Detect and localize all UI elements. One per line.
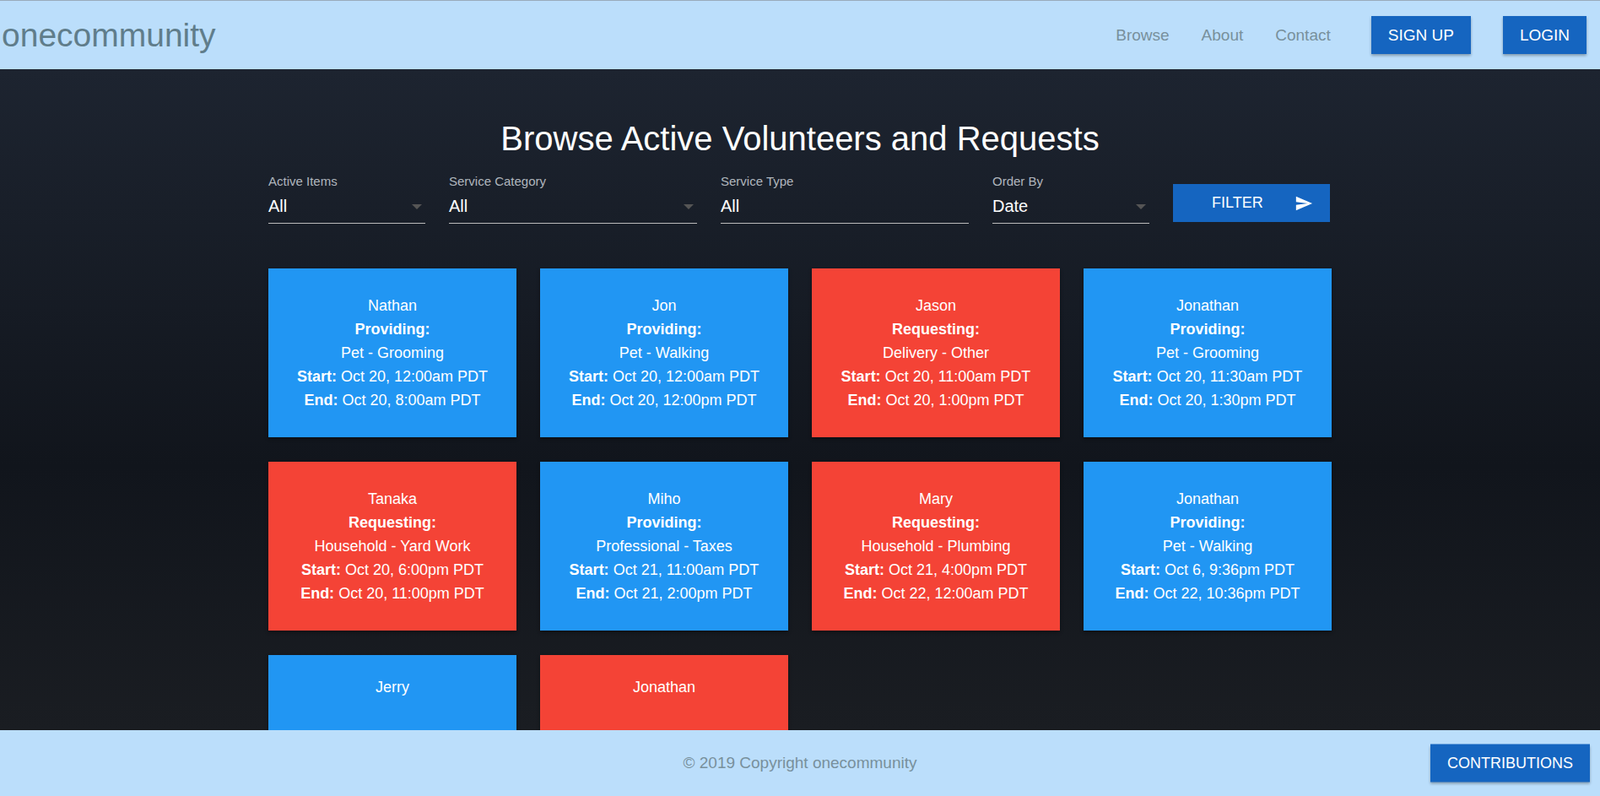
card-start: Start: Oct 20, 11:00am PDT bbox=[818, 364, 1054, 389]
nav-link[interactable]: About bbox=[1201, 26, 1244, 45]
card-mode: Requesting: bbox=[818, 510, 1054, 535]
card-end: End: Oct 20, 1:30pm PDT bbox=[1090, 388, 1325, 412]
service-card[interactable]: Jerry bbox=[268, 654, 517, 730]
card-service: Household - Plumbing bbox=[818, 534, 1054, 558]
page-title: Browse Active Volunteers and Requests bbox=[500, 118, 1099, 159]
card-service: Pet - Grooming bbox=[1090, 340, 1325, 365]
header-button[interactable]: SIGN UP bbox=[1371, 16, 1471, 55]
nav-link[interactable]: Contact bbox=[1275, 26, 1330, 45]
header: onecommunity Browse About Contact SIGN UP L… bbox=[0, 0, 1600, 70]
card-name: Jerry bbox=[275, 675, 510, 699]
card-name: Jonathan bbox=[1090, 486, 1325, 511]
card-start: Start: Oct 20, 6:00pm PDT bbox=[275, 557, 510, 582]
filter-button[interactable]: FILTER bbox=[1172, 183, 1330, 222]
field-label: Active Items bbox=[268, 173, 426, 189]
app: onecommunity Browse About Contact SIGN UP L… bbox=[0, 0, 1600, 796]
card-name: Miho bbox=[546, 486, 782, 511]
service-card[interactable]: Jason Requesting: Delivery - Other Start… bbox=[811, 268, 1060, 438]
card-end: End: Oct 20, 11:00pm PDT bbox=[275, 581, 510, 606]
card-mode: Requesting: bbox=[818, 317, 1054, 341]
field-label: Service Category bbox=[448, 173, 698, 189]
send-icon bbox=[1294, 194, 1314, 213]
card-end: End: Oct 20, 8:00am PDT bbox=[275, 388, 510, 412]
dropdown-icon[interactable] bbox=[411, 204, 422, 210]
card-start: Start: Oct 6, 9:36pm PDT bbox=[1090, 557, 1325, 582]
card-end: End: Oct 22, 12:00am PDT bbox=[818, 581, 1054, 606]
service-card[interactable]: Mary Requesting: Household - Plumbing St… bbox=[811, 461, 1060, 631]
card-service: Pet - Walking bbox=[546, 340, 782, 365]
service-card[interactable]: Nathan Providing: Pet - Grooming Start: … bbox=[268, 268, 517, 438]
card-name: Mary bbox=[818, 486, 1054, 511]
card-end: End: Oct 22, 10:36pm PDT bbox=[1090, 581, 1325, 606]
filter-bar: Active Items All Service Category All Se… bbox=[268, 173, 1332, 224]
card-service: Household - Yard Work bbox=[275, 534, 510, 558]
card-mode: Requesting: bbox=[275, 510, 510, 535]
service-card[interactable]: Jonathan Providing: Pet - Grooming Start… bbox=[1083, 268, 1332, 438]
card-name: Jonathan bbox=[546, 675, 782, 699]
service-card[interactable]: Miho Providing: Professional - Taxes Sta… bbox=[540, 461, 789, 631]
card-name: Tanaka bbox=[275, 486, 510, 511]
contributions-button[interactable]: CONTRIBUTIONS bbox=[1430, 744, 1590, 783]
card-end: End: Oct 20, 1:00pm PDT bbox=[818, 388, 1054, 412]
field-label: Order By bbox=[992, 173, 1150, 189]
card-start: Start: Oct 21, 4:00pm PDT bbox=[818, 557, 1054, 582]
logo[interactable]: onecommunity bbox=[0, 16, 217, 55]
service-card[interactable]: Jon Providing: Pet - Walking Start: Oct … bbox=[540, 268, 789, 438]
card-mode: Providing: bbox=[546, 317, 782, 341]
card-start: Start: Oct 21, 11:00am PDT bbox=[546, 557, 782, 582]
filter-field[interactable]: Order By Date bbox=[992, 173, 1150, 224]
filter-field[interactable]: Service Category All bbox=[448, 173, 698, 224]
card-end: End: Oct 21, 2:00pm PDT bbox=[546, 581, 782, 606]
field-value[interactable]: All bbox=[720, 196, 969, 217]
card-mode: Providing: bbox=[1090, 510, 1325, 535]
nav: Browse About Contact SIGN UP LOGIN bbox=[1115, 16, 1600, 55]
service-card[interactable]: Jonathan Providing: Pet - Walking Start:… bbox=[1083, 461, 1332, 631]
field-value[interactable]: All bbox=[448, 196, 698, 217]
card-start: Start: Oct 20, 12:00am PDT bbox=[546, 364, 782, 389]
service-card[interactable]: Tanaka Requesting: Household - Yard Work… bbox=[268, 461, 517, 631]
service-card[interactable]: Jonathan bbox=[540, 654, 789, 730]
footer: © 2019 Copyright onecommunity CONTRIBUTI… bbox=[0, 729, 1600, 796]
card-name: Jason bbox=[818, 293, 1054, 318]
card-mode: Providing: bbox=[546, 510, 782, 535]
card-grid: Nathan Providing: Pet - Grooming Start: … bbox=[268, 268, 1332, 730]
dropdown-icon[interactable] bbox=[1135, 204, 1146, 210]
card-service: Delivery - Other bbox=[818, 340, 1054, 365]
field-value[interactable]: All bbox=[268, 196, 426, 217]
card-service: Pet - Walking bbox=[1090, 534, 1325, 558]
header-button[interactable]: LOGIN bbox=[1502, 16, 1587, 55]
card-name: Nathan bbox=[275, 293, 510, 318]
main: Browse Active Volunteers and Requests Ac… bbox=[0, 69, 1600, 730]
card-start: Start: Oct 20, 12:00am PDT bbox=[275, 364, 510, 389]
field-value[interactable]: Date bbox=[992, 196, 1150, 217]
filter-field[interactable]: Active Items All bbox=[268, 173, 426, 224]
card-name: Jonathan bbox=[1090, 293, 1325, 318]
card-end: End: Oct 20, 12:00pm PDT bbox=[546, 388, 782, 412]
card-start: Start: Oct 20, 11:30am PDT bbox=[1090, 364, 1325, 389]
card-service: Pet - Grooming bbox=[275, 340, 510, 365]
copyright: © 2019 Copyright onecommunity bbox=[683, 753, 918, 773]
card-name: Jon bbox=[546, 293, 782, 318]
field-label: Service Type bbox=[720, 173, 969, 189]
card-service: Professional - Taxes bbox=[546, 534, 782, 558]
filter-field[interactable]: Service Type All bbox=[720, 173, 969, 224]
card-mode: Providing: bbox=[275, 317, 510, 341]
dropdown-icon[interactable] bbox=[683, 204, 694, 210]
nav-link[interactable]: Browse bbox=[1115, 26, 1169, 45]
card-mode: Providing: bbox=[1090, 317, 1325, 341]
